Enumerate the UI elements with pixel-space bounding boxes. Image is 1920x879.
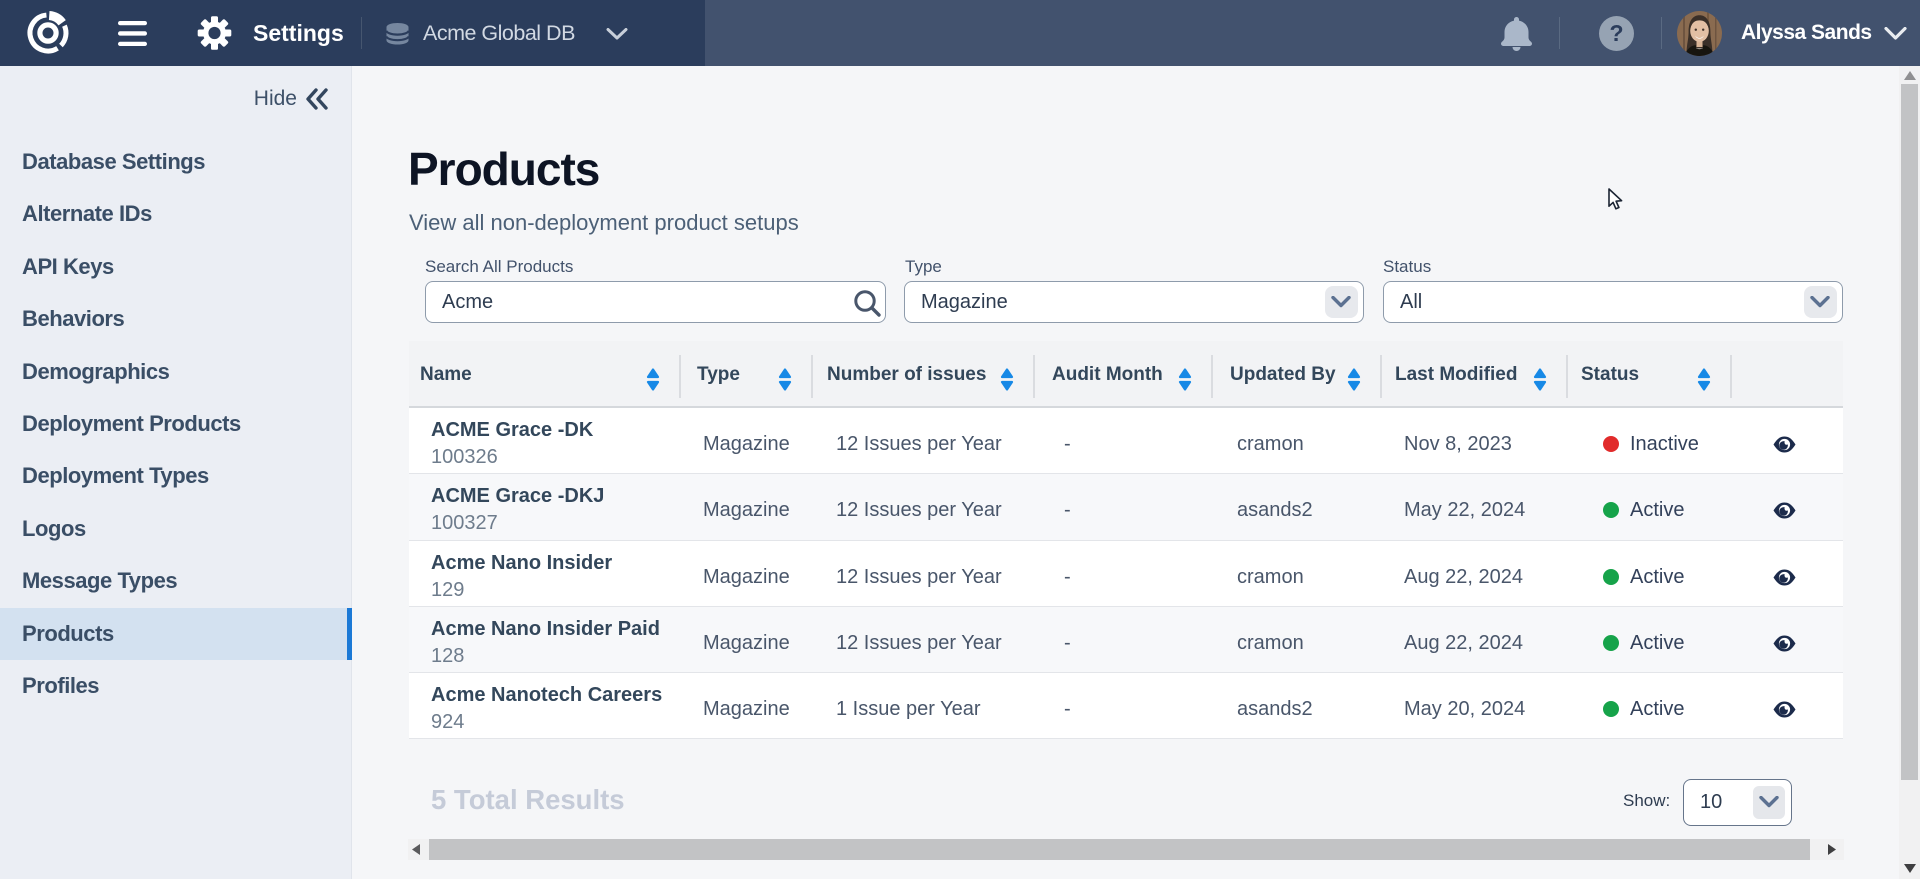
svg-text:?: ? (1609, 20, 1623, 46)
